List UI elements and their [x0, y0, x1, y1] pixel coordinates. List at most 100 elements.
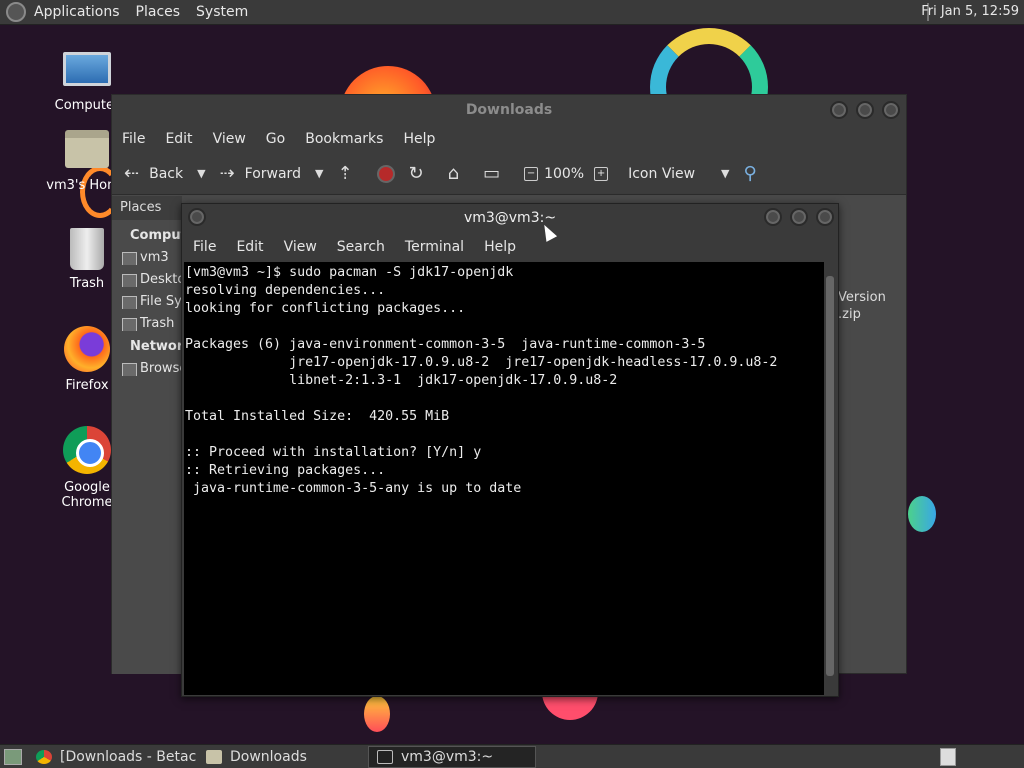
taskbar-item-label: [Downloads - Betac...	[60, 748, 196, 765]
trash-icon	[70, 228, 104, 270]
zoom-level: 100%	[544, 165, 585, 182]
back-arrow-icon: ⇠	[124, 163, 140, 184]
toolbar: ⇠ Back ▼ ⇢ Forward ▼ ⇡ ↻ ⌂ ▭ − 100% + Ic…	[112, 153, 906, 195]
computer-icon: ▭	[483, 163, 501, 184]
up-button[interactable]: ⇡	[337, 163, 362, 184]
computer-button[interactable]: ▭	[483, 163, 510, 184]
terminal-line: :: Retrieving packages...	[185, 463, 386, 478]
sidebar: Places Computer vm3 Desktop File System …	[112, 196, 182, 674]
search-button[interactable]: ⚲	[744, 163, 767, 184]
window-menu-button[interactable]	[188, 208, 206, 226]
terminal-line: :: Proceed with installation? [Y/n] y	[185, 445, 482, 460]
sidebar-item-vm3[interactable]: vm3	[112, 250, 182, 265]
maximize-button[interactable]	[856, 101, 874, 119]
folder-icon	[206, 749, 222, 764]
window-titlebar[interactable]: Downloads	[112, 95, 906, 125]
stop-icon	[376, 164, 395, 183]
sidebar-item-browse-network[interactable]: Browse Network	[112, 361, 182, 376]
menubar: File Edit View Go Bookmarks Help	[112, 125, 906, 153]
menu-edit[interactable]: Edit	[236, 239, 263, 255]
sidebar-header[interactable]: Places	[112, 196, 182, 220]
close-button[interactable]	[816, 208, 834, 226]
back-button[interactable]: ⇠ Back ▼	[124, 163, 206, 184]
places-menu[interactable]: Places	[136, 4, 181, 20]
forward-history-dropdown[interactable]: ▼	[315, 167, 323, 180]
menu-bookmarks[interactable]: Bookmarks	[305, 131, 383, 147]
terminal-icon	[377, 749, 393, 764]
zoom-control: − 100% +	[524, 166, 614, 182]
back-history-dropdown[interactable]: ▼	[197, 167, 205, 180]
menu-help[interactable]: Help	[403, 131, 435, 147]
home-button[interactable]: ⌂	[448, 163, 469, 184]
menu-go[interactable]: Go	[266, 131, 285, 147]
search-icon: ⚲	[743, 163, 757, 184]
reload-icon: ↻	[408, 163, 424, 184]
top-panel: Applications Places System Fri Jan 5, 12…	[0, 0, 1024, 25]
terminal-line: resolving dependencies...	[185, 283, 386, 298]
sidebar-item-desktop[interactable]: Desktop	[112, 272, 182, 287]
sidebar-item-trash[interactable]: Trash	[112, 316, 182, 331]
minimize-button[interactable]	[830, 101, 848, 119]
back-label: Back	[149, 165, 184, 182]
stop-button[interactable]	[376, 164, 395, 183]
terminal-scrollbar[interactable]	[824, 262, 836, 695]
chrome-icon	[63, 426, 111, 474]
taskbar-item-downloads[interactable]: Downloads	[198, 746, 366, 768]
view-mode-select[interactable]: Icon View ▼	[628, 166, 729, 182]
window-titlebar[interactable]: vm3@vm3:~	[182, 204, 838, 232]
distro-logo-icon[interactable]	[6, 2, 26, 22]
taskbar: [Downloads - Betac... Downloads vm3@vm3:…	[0, 744, 1024, 768]
taskbar-item-terminal[interactable]: vm3@vm3:~	[368, 745, 536, 768]
menu-view[interactable]: View	[213, 131, 246, 147]
home-folder-icon	[65, 130, 109, 168]
firefox-icon	[64, 326, 110, 372]
file-name-line: .zip	[838, 307, 861, 322]
zoom-in-button[interactable]: +	[594, 166, 609, 181]
home-icon: ⌂	[447, 163, 460, 184]
file-item[interactable]: Version .zip	[838, 289, 886, 323]
maximize-button[interactable]	[790, 208, 808, 226]
taskbar-item-label: vm3@vm3:~	[401, 748, 494, 765]
menu-terminal[interactable]: Terminal	[405, 239, 464, 255]
taskbar-item-chrome[interactable]: [Downloads - Betac...	[28, 746, 196, 768]
system-menu[interactable]: System	[196, 4, 248, 20]
file-name-line: Version	[838, 290, 886, 305]
chrome-icon	[36, 749, 52, 764]
zoom-out-button[interactable]: −	[524, 166, 539, 181]
menu-file[interactable]: File	[193, 239, 216, 255]
applications-menu[interactable]: Applications	[34, 4, 120, 20]
forward-arrow-icon: ⇢	[219, 163, 235, 184]
view-mode-value: Icon View	[628, 165, 696, 182]
forward-label: Forward	[244, 165, 301, 182]
terminal-window: vm3@vm3:~ File Edit View Search Terminal…	[181, 203, 839, 697]
close-button[interactable]	[882, 101, 900, 119]
terminal-line: Total Installed Size: 420.55 MiB	[185, 409, 450, 424]
scrollbar-thumb[interactable]	[826, 276, 834, 676]
menu-edit[interactable]: Edit	[165, 131, 192, 147]
menu-view[interactable]: View	[284, 239, 317, 255]
terminal-output[interactable]: [vm3@vm3 ~]$ sudo pacman -S jdk17-openjd…	[184, 262, 826, 695]
window-title: Downloads	[465, 102, 553, 118]
clock[interactable]: Fri Jan 5, 12:59	[921, 4, 1019, 19]
forward-button[interactable]: ⇢ Forward ▼	[220, 163, 324, 184]
wallpaper-shape	[364, 696, 390, 732]
terminal-line: java-runtime-common-3-5-any is up to dat…	[185, 481, 522, 496]
trash-applet-icon[interactable]	[940, 748, 956, 766]
menu-help[interactable]: Help	[484, 239, 516, 255]
wallpaper-shape	[908, 496, 936, 532]
chevron-down-icon: ▼	[721, 167, 730, 180]
menubar: File Edit View Search Terminal Help	[182, 232, 838, 262]
sidebar-section-computer: Computer	[130, 228, 182, 243]
minimize-button[interactable]	[764, 208, 782, 226]
computer-icon	[63, 52, 111, 86]
menu-search[interactable]: Search	[337, 239, 385, 255]
terminal-line: jre17-openjdk-17.0.9.u8-2 jre17-openjdk-…	[185, 355, 778, 370]
menu-file[interactable]: File	[122, 131, 145, 147]
sidebar-item-file-system[interactable]: File System	[112, 294, 182, 309]
reload-button[interactable]: ↻	[409, 163, 434, 184]
show-desktop-button[interactable]	[4, 748, 22, 765]
terminal-line: looking for conflicting packages...	[185, 301, 466, 316]
